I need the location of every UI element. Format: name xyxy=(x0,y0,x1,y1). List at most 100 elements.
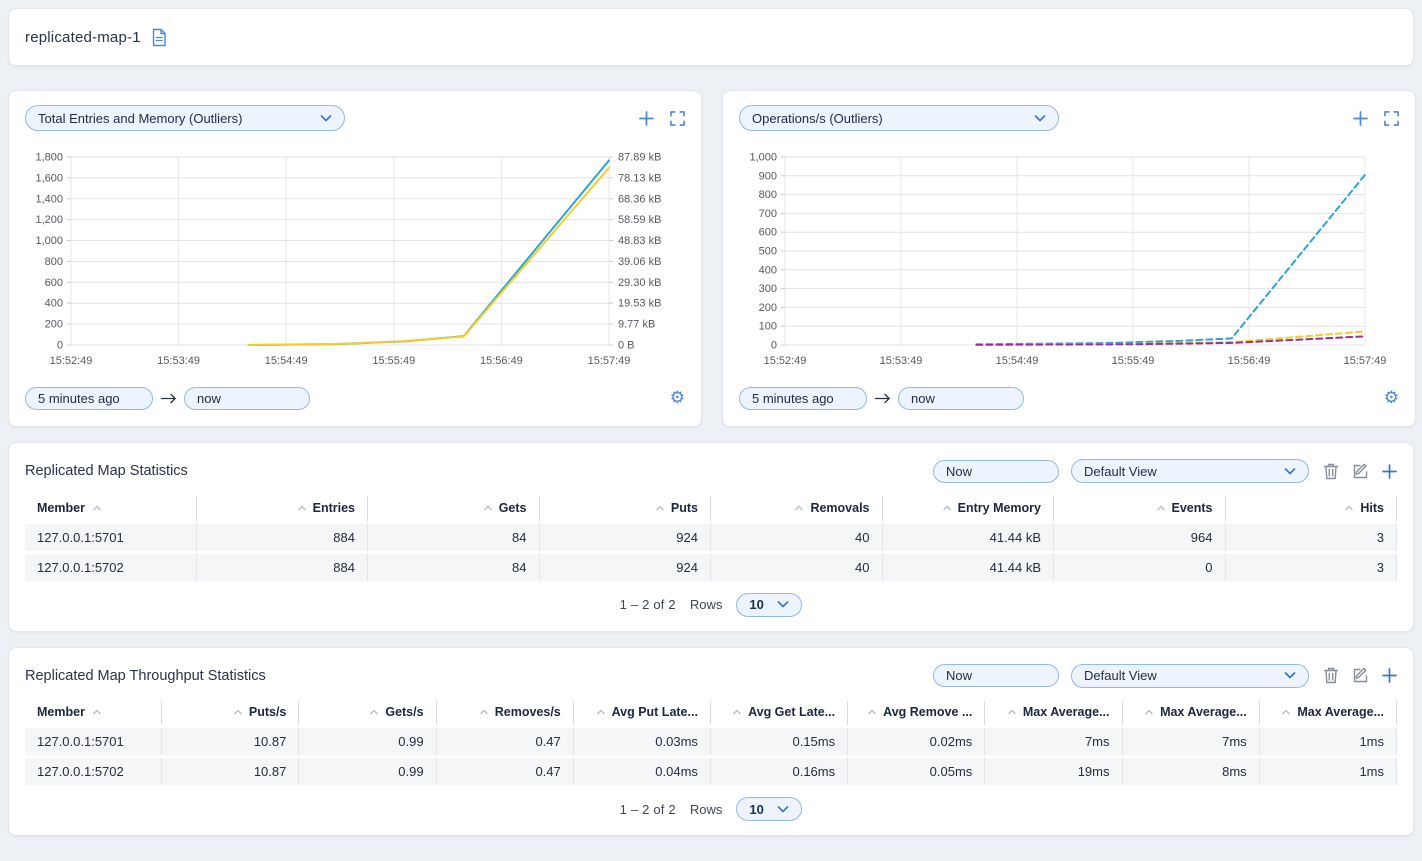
x-axis-label: 15:56:49 xyxy=(480,355,523,367)
y-axis-right-label: 29.30 kB xyxy=(618,277,661,289)
chart-metric-select[interactable]: Operations/s (Outliers) xyxy=(739,105,1059,131)
column-header-gets-s[interactable]: Gets/s xyxy=(299,701,436,726)
chevron-down-icon xyxy=(777,806,789,813)
column-header-events[interactable]: Events xyxy=(1054,496,1226,521)
y-axis-label: 800 xyxy=(759,189,777,201)
table-row[interactable]: 127.0.0.1:5701884849244041.44 kB9643 xyxy=(25,524,1397,551)
x-axis-label: 15:55:49 xyxy=(372,355,415,367)
sort-caret-icon xyxy=(479,709,489,715)
operations-chart: 15:52:4915:53:4915:54:4915:55:4915:56:49… xyxy=(739,143,1399,377)
table-row[interactable]: 127.0.0.1:570110.870.990.470.03ms0.15ms0… xyxy=(25,728,1397,755)
column-header-entry-memory[interactable]: Entry Memory xyxy=(883,496,1055,521)
chart-metric-select[interactable]: Total Entries and Memory (Outliers) xyxy=(25,105,345,131)
value-cell: 964 xyxy=(1054,524,1226,551)
y-axis-label: 1,000 xyxy=(749,152,777,164)
value-cell: 0.99 xyxy=(299,728,436,755)
column-header-avg-remove[interactable]: Avg Remove ... xyxy=(848,701,985,726)
table-row[interactable]: 127.0.0.1:570210.870.990.470.04ms0.16ms0… xyxy=(25,758,1397,785)
rows-per-page-select[interactable]: 10 xyxy=(736,593,802,617)
column-header-entries[interactable]: Entries xyxy=(197,496,369,521)
member-cell: 127.0.0.1:5701 xyxy=(25,728,162,755)
x-axis-label: 15:54:49 xyxy=(996,355,1039,367)
y-axis-label: 400 xyxy=(45,298,63,310)
column-header-max-average[interactable]: Max Average... xyxy=(1123,701,1260,726)
rows-per-page-select[interactable]: 10 xyxy=(736,797,802,821)
column-header-hits[interactable]: Hits xyxy=(1226,496,1398,521)
y-axis-label: 400 xyxy=(759,264,777,276)
table-title: Replicated Map Statistics xyxy=(25,463,188,479)
view-select[interactable]: Default View xyxy=(1071,664,1309,688)
y-axis-right-label: 78.13 kB xyxy=(618,172,661,184)
add-table-icon[interactable] xyxy=(1382,668,1397,683)
time-to-input[interactable] xyxy=(898,387,1024,410)
y-axis-label: 200 xyxy=(759,302,777,314)
member-cell: 127.0.0.1:5702 xyxy=(25,554,197,581)
view-select-value: Default View xyxy=(1084,668,1157,683)
replicated-map-throughput-statistics-table: MemberPuts/sGets/sRemoves/sAvg Put Late.… xyxy=(25,698,1397,789)
value-cell: 10.87 xyxy=(162,728,299,755)
y-axis-right-label: 68.36 kB xyxy=(618,193,661,205)
gear-icon[interactable]: ⚙ xyxy=(1384,390,1399,407)
sort-caret-icon xyxy=(369,709,379,715)
delete-view-icon[interactable] xyxy=(1323,667,1339,684)
y-axis-label: 1,800 xyxy=(35,152,63,164)
pagination-range: 1 – 2 of 2 xyxy=(620,802,676,817)
value-cell: 7ms xyxy=(1123,728,1260,755)
expand-icon[interactable] xyxy=(1384,111,1399,126)
value-cell: 0.04ms xyxy=(574,758,711,785)
y-axis-right-label: 9.77 kB xyxy=(618,319,655,331)
expand-icon[interactable] xyxy=(670,111,685,126)
x-axis-label: 15:52:49 xyxy=(50,355,93,367)
column-header-removes-s[interactable]: Removes/s xyxy=(437,701,574,726)
rows-label: Rows xyxy=(690,597,723,612)
column-header-avg-put-late[interactable]: Avg Put Late... xyxy=(574,701,711,726)
table-time-filter-input[interactable] xyxy=(933,664,1059,687)
column-header-member[interactable]: Member xyxy=(25,701,162,726)
time-from-input[interactable] xyxy=(739,387,867,410)
value-cell: 19ms xyxy=(985,758,1122,785)
edit-view-icon[interactable] xyxy=(1352,667,1369,684)
add-table-icon[interactable] xyxy=(1382,464,1397,479)
column-header-gets[interactable]: Gets xyxy=(368,496,540,521)
add-chart-icon[interactable] xyxy=(1353,111,1368,126)
x-axis-label: 15:53:49 xyxy=(880,355,923,367)
add-chart-icon[interactable] xyxy=(639,111,654,126)
column-header-puts-s[interactable]: Puts/s xyxy=(162,701,299,726)
gear-icon[interactable]: ⚙ xyxy=(670,390,685,407)
sort-caret-icon xyxy=(483,505,493,511)
charts-row: Total Entries and Memory (Outliers) 15:5… xyxy=(8,90,1414,427)
value-cell: 884 xyxy=(197,554,369,581)
time-from-input[interactable] xyxy=(25,387,153,410)
document-icon[interactable] xyxy=(151,28,167,47)
view-select-value: Default View xyxy=(1084,464,1157,479)
y-axis-label: 200 xyxy=(45,319,63,331)
x-axis-label: 15:57:49 xyxy=(588,355,631,367)
replicated-map-statistics-card: Replicated Map Statistics Default View xyxy=(8,442,1414,632)
column-header-removals[interactable]: Removals xyxy=(711,496,883,521)
column-header-puts[interactable]: Puts xyxy=(540,496,712,521)
column-header-member[interactable]: Member xyxy=(25,496,197,521)
x-axis-label: 15:56:49 xyxy=(1228,355,1271,367)
sort-caret-icon xyxy=(1144,709,1154,715)
value-cell: 0.03ms xyxy=(574,728,711,755)
sort-caret-icon xyxy=(1156,505,1166,511)
edit-view-icon[interactable] xyxy=(1352,463,1369,480)
column-header-avg-get-late[interactable]: Avg Get Late... xyxy=(711,701,848,726)
column-header-max-average[interactable]: Max Average... xyxy=(1260,701,1397,726)
value-cell: 924 xyxy=(540,554,712,581)
series-line xyxy=(249,160,609,345)
sort-caret-icon xyxy=(1344,505,1354,511)
value-cell: 7ms xyxy=(985,728,1122,755)
delete-view-icon[interactable] xyxy=(1323,463,1339,480)
y-axis-label: 100 xyxy=(759,321,777,333)
value-cell: 40 xyxy=(711,524,883,551)
value-cell: 0.16ms xyxy=(711,758,848,785)
chart-metric-select-value: Total Entries and Memory (Outliers) xyxy=(38,111,242,126)
column-header-max-average[interactable]: Max Average... xyxy=(985,701,1122,726)
view-select[interactable]: Default View xyxy=(1071,459,1309,483)
value-cell: 3 xyxy=(1226,524,1398,551)
time-to-input[interactable] xyxy=(184,387,310,410)
table-row[interactable]: 127.0.0.1:5702884849244041.44 kB03 xyxy=(25,554,1397,581)
table-time-filter-input[interactable] xyxy=(933,460,1059,483)
y-axis-label: 800 xyxy=(45,256,63,268)
